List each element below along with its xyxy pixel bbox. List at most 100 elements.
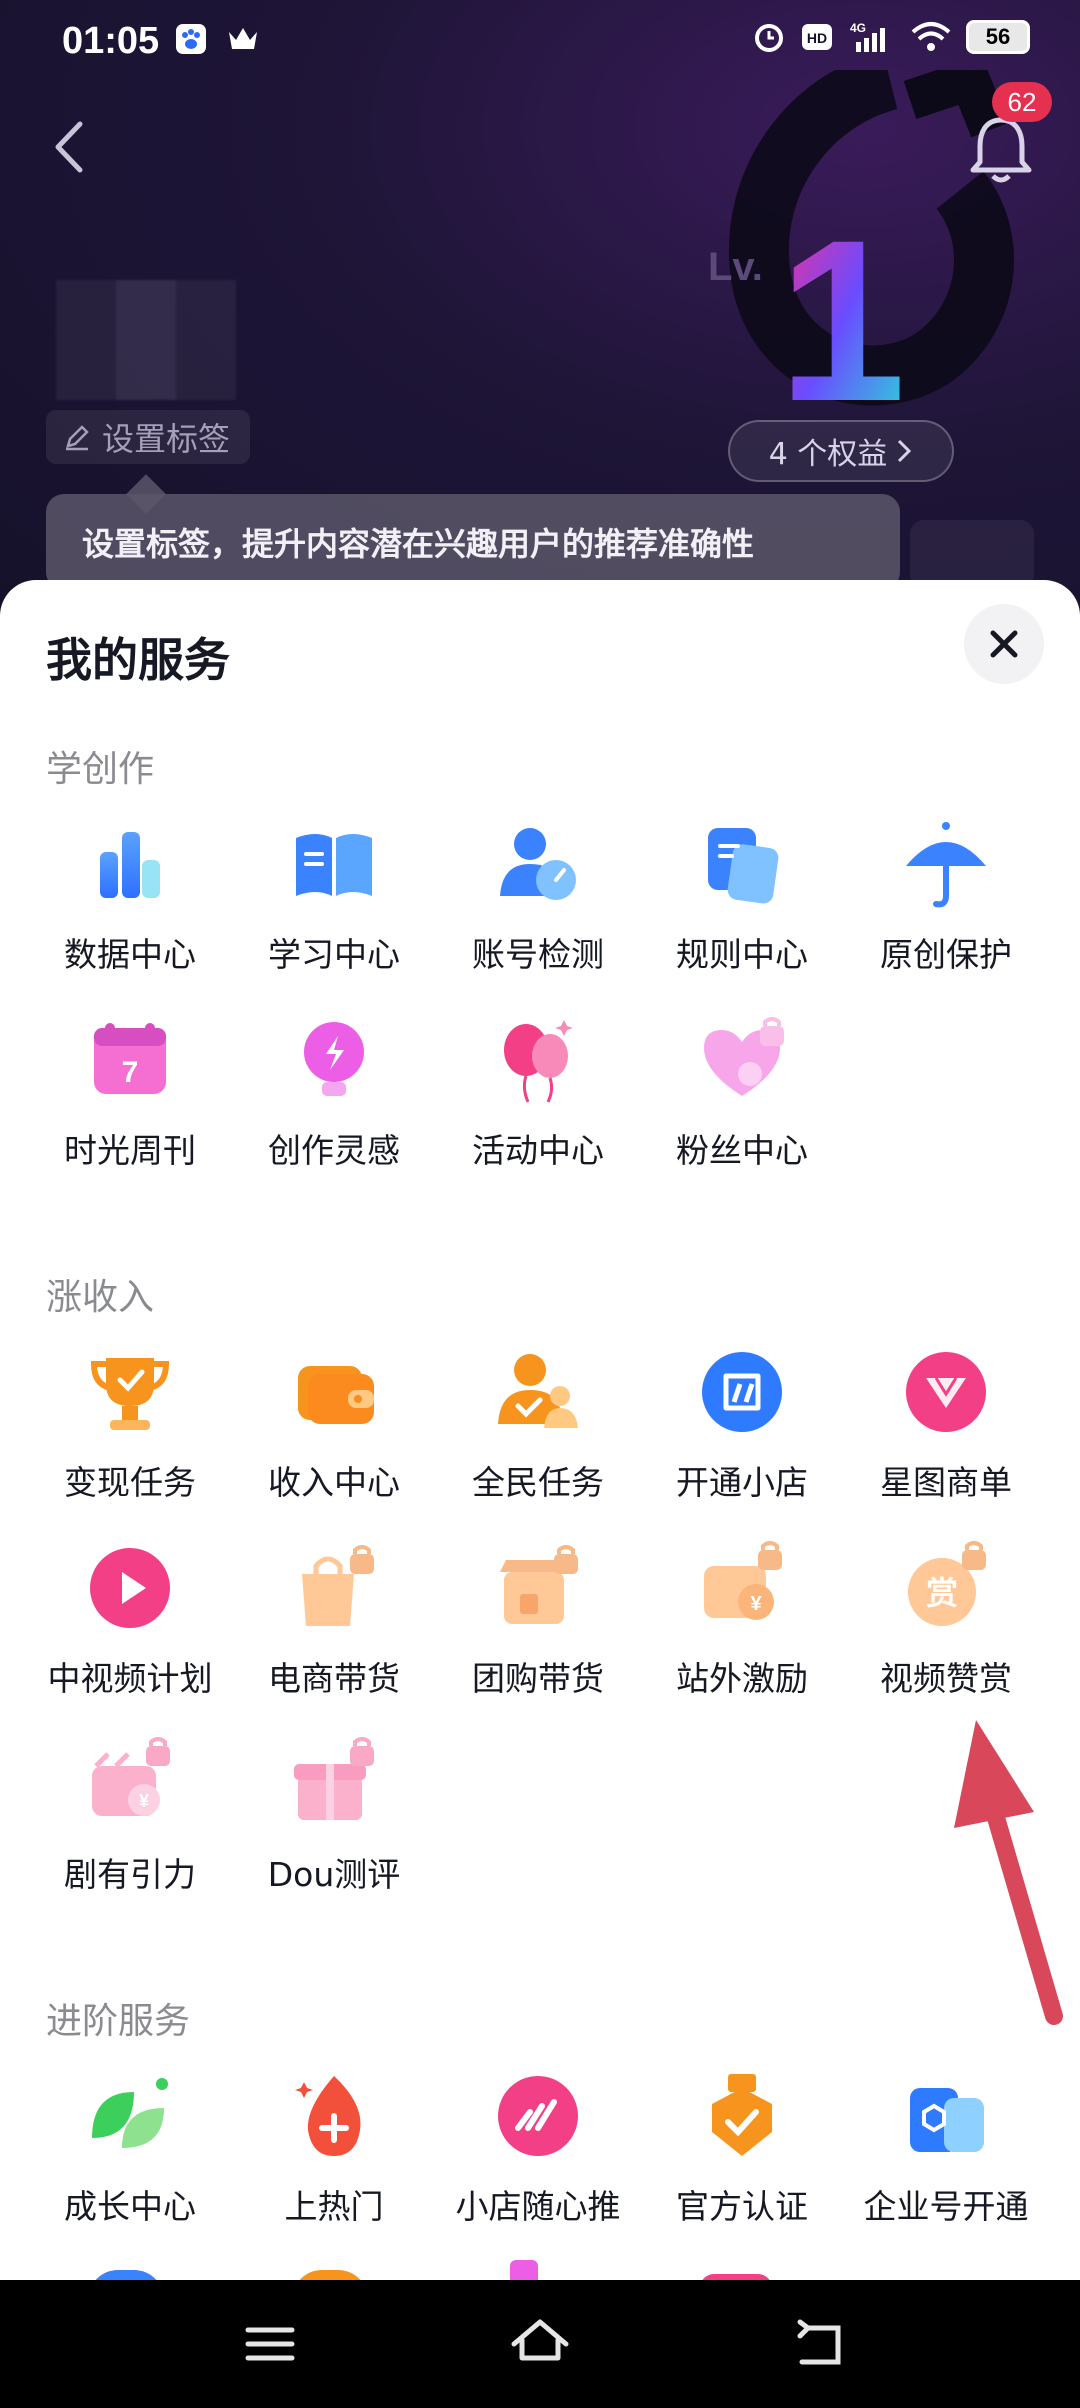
- trophy-icon: [90, 1358, 170, 1430]
- home-button[interactable]: [508, 2314, 569, 2374]
- service-label: 成长中心: [64, 2187, 196, 2226]
- close-icon: [990, 630, 1018, 658]
- service-item-offsite-incentive[interactable]: ¥ 站外激励: [640, 1540, 844, 1730]
- service-label: 企业号开通: [863, 2187, 1029, 2226]
- service-item-account-check[interactable]: 账号检测: [436, 816, 640, 1006]
- service-label: 时光周刊: [64, 1131, 196, 1170]
- bar-chart-icon: [100, 832, 160, 898]
- people-check-icon: [498, 1354, 578, 1428]
- service-item-video-reward[interactable]: 赏 视频赞赏: [844, 1540, 1048, 1730]
- service-label: 规则中心: [676, 935, 808, 974]
- service-item-inspiration[interactable]: 创作灵感: [232, 1012, 436, 1202]
- badge-check-icon: [712, 2074, 772, 2156]
- service-label: 团购带货: [472, 1659, 604, 1698]
- service-item-star-map[interactable]: 星图商单: [844, 1344, 1048, 1534]
- service-item-all-people-task[interactable]: 全民任务: [436, 1344, 640, 1534]
- service-item-dou-review[interactable]: Dou测评: [232, 1736, 436, 1926]
- service-item-original-protection[interactable]: 原创保护: [844, 816, 1048, 1006]
- battery-indicator: 56: [966, 20, 1030, 54]
- svg-text:Lv.: Lv.: [708, 245, 763, 289]
- speed-icon: [498, 2076, 578, 2156]
- crown-icon: [226, 22, 260, 56]
- wallet-icon: [298, 1366, 374, 1424]
- play-icon: [90, 1548, 170, 1628]
- service-label: 学习中心: [268, 935, 400, 974]
- paw-icon: [174, 22, 208, 56]
- back-button[interactable]: [40, 112, 100, 182]
- chevron-right-icon: [898, 439, 912, 463]
- set-tag-button[interactable]: 设置标签: [46, 410, 251, 464]
- service-label: 剧有引力: [64, 1855, 196, 1894]
- coin-icon: [292, 2270, 368, 2280]
- service-label: 数据中心: [64, 935, 196, 974]
- service-label: 小店随心推: [455, 2187, 621, 2226]
- menu-icon: [245, 2327, 295, 2361]
- service-item-group-buying[interactable]: 团购带货: [436, 1540, 640, 1730]
- section-title-income: 涨收入: [46, 1277, 155, 1318]
- back-nav-button[interactable]: [790, 2314, 850, 2374]
- return-icon: [797, 2319, 841, 2365]
- balloons-icon: [504, 1020, 573, 1103]
- wifi-icon: [910, 20, 952, 54]
- service-label: Dou测评: [267, 1855, 401, 1894]
- bell-icon: [970, 117, 1032, 183]
- avatar[interactable]: [56, 280, 236, 400]
- service-item-mid-video-plan[interactable]: 中视频计划: [28, 1540, 232, 1730]
- benefits-label: 4 个权益: [768, 437, 888, 472]
- service-label: 星图商单: [880, 1463, 1012, 1502]
- globe-icon: [88, 2270, 164, 2280]
- leaf-icon: [92, 2078, 168, 2148]
- service-label: 活动中心: [472, 1131, 604, 1170]
- video-yen-locked-icon: ¥: [704, 1541, 782, 1620]
- my-services-sheet: 我的服务 学创作 涨收入 进阶服务 数据中心 学习中心 账号检测 规则中心 原创…: [0, 580, 1080, 2280]
- svg-text:¥: ¥: [750, 1593, 762, 1615]
- alarm-icon: [752, 20, 786, 54]
- notification-button[interactable]: [966, 112, 1036, 188]
- service-label: 电商带货: [268, 1659, 400, 1698]
- sheet-title: 我的服务: [46, 633, 230, 687]
- service-item-event-center[interactable]: 活动中心: [436, 1012, 640, 1202]
- service-item-rules-center[interactable]: 规则中心: [640, 816, 844, 1006]
- partial-icon-row: [0, 2260, 1080, 2280]
- service-label: 全民任务: [472, 1463, 604, 1502]
- section-title-create: 学创作: [46, 749, 155, 790]
- service-label: 变现任务: [64, 1463, 196, 1502]
- service-item-official-verify[interactable]: 官方认证: [640, 2068, 844, 2258]
- service-label: 账号检测: [472, 935, 604, 974]
- star-map-icon: [906, 1352, 986, 1432]
- service-item-monetize-task[interactable]: 变现任务: [28, 1344, 232, 1534]
- svg-text:7: 7: [122, 1056, 139, 1089]
- shop-icon: [702, 1352, 782, 1432]
- svg-text:HD: HD: [807, 30, 827, 46]
- service-item-ecommerce[interactable]: 电商带货: [232, 1540, 436, 1730]
- service-item-data-center[interactable]: 数据中心: [28, 816, 232, 1006]
- svg-text:1: 1: [778, 192, 906, 410]
- hd-icon: HD: [800, 20, 834, 54]
- svg-text:赏: 赏: [926, 1574, 958, 1612]
- service-label: 收入中心: [268, 1463, 400, 1502]
- service-item-enterprise-account[interactable]: 企业号开通: [844, 2068, 1048, 2258]
- service-label: 上热门: [284, 2187, 384, 2226]
- service-label: 视频赞赏: [880, 1659, 1012, 1698]
- service-item-income-center[interactable]: 收入中心: [232, 1344, 436, 1534]
- home-icon: [511, 2319, 569, 2361]
- service-item-learning-center[interactable]: 学习中心: [232, 816, 436, 1006]
- heart-locked-icon: [704, 1017, 784, 1096]
- benefits-button[interactable]: 4 个权益: [728, 420, 954, 482]
- service-item-shop-promote[interactable]: 小店随心推: [436, 2068, 640, 2258]
- reward-locked-icon: 赏: [908, 1541, 986, 1626]
- service-item-open-shop[interactable]: 开通小店: [640, 1344, 844, 1534]
- close-button[interactable]: [964, 604, 1044, 684]
- menu-button[interactable]: [240, 2314, 300, 2374]
- tooltip-text: 设置标签，提升内容潜在兴趣用户的推荐准确性: [82, 525, 755, 563]
- service-item-drama-gravity[interactable]: ¥ 剧有引力: [28, 1736, 232, 1926]
- service-label: 创作灵感: [268, 1131, 400, 1170]
- service-label: 中视频计划: [47, 1659, 213, 1698]
- documents-icon: [708, 828, 779, 904]
- service-item-go-trending[interactable]: 上热门: [232, 2068, 436, 2258]
- service-item-fans-center[interactable]: 粉丝中心: [640, 1012, 844, 1202]
- service-item-time-weekly[interactable]: 7 时光周刊: [28, 1012, 232, 1202]
- signal-icon: 4G: [848, 20, 896, 54]
- service-item-growth-center[interactable]: 成长中心: [28, 2068, 232, 2258]
- notification-badge: 62: [992, 82, 1052, 122]
